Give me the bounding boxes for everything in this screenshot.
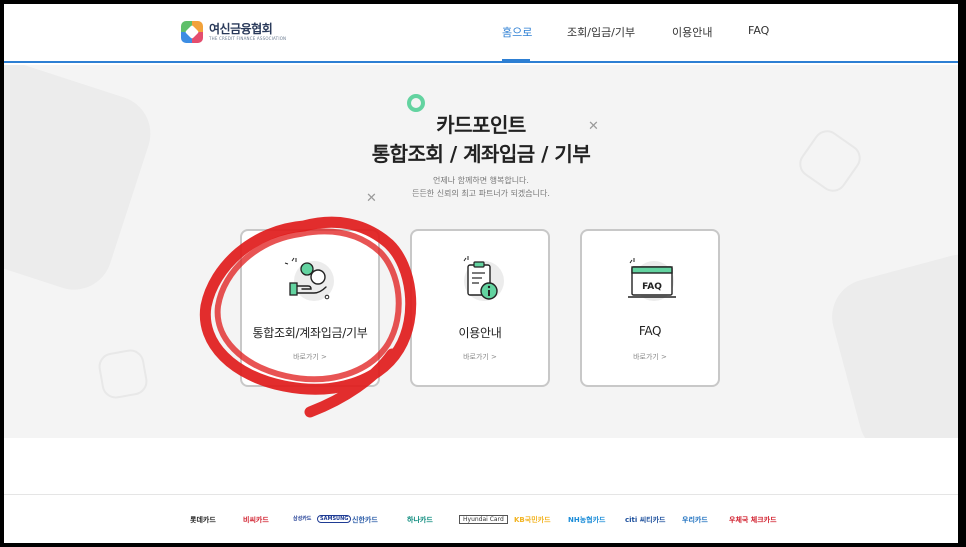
clipboard-info-icon [463,256,504,301]
site-logo[interactable]: 여신금융협회 THE CREDIT FINANCE ASSOCIATION [181,21,286,43]
partner-logo[interactable]: 비씨카드 [243,515,269,525]
logo-icon [181,21,203,43]
logo-name: 여신금융협회 [209,22,273,36]
site-header: 여신금융협회 THE CREDIT FINANCE ASSOCIATION 홈으… [4,4,958,63]
partner-logo[interactable]: 삼성카드 [293,515,311,522]
card-title: 이용안내 [458,326,502,340]
card-title: 통합조회/계좌입금/기부 [252,326,368,340]
logo-subtitle: THE CREDIT FINANCE ASSOCIATION [209,36,287,41]
card-faq[interactable]: FAQ FAQ 바로가기 > [580,229,720,387]
card-shortcut-link[interactable]: 바로가기 > [242,352,378,362]
decor-outline [96,347,150,401]
card-shortcut-link[interactable]: 바로가기 > [582,352,718,362]
hero-subtitle-line1: 언제나 함께하면 행복합니다. [433,176,529,185]
nav-inquiry-deposit-donate[interactable]: 조회/입금/기부 [567,24,635,40]
faq-monitor-icon: FAQ [628,258,676,301]
partner-logo[interactable]: Hyundai Card [459,515,508,524]
partner-logo[interactable]: citi 씨티카드 [625,515,666,525]
browser-viewport: 여신금융협회 THE CREDIT FINANCE ASSOCIATION 홈으… [4,4,958,543]
nav-guide[interactable]: 이용안내 [672,24,712,40]
partner-logo[interactable]: 우체국 체크카드 [729,515,777,525]
card-inquiry-deposit-donate[interactable]: 통합조회/계좌입금/기부 바로가기 > [240,229,380,387]
partner-logo[interactable]: NH농협카드 [568,515,605,525]
card-title: FAQ [638,324,662,338]
partner-footer: 롯데카드 비씨카드 삼성카드 SAMSUNG 신한카드 하나카드 Hyundai… [4,494,958,543]
faq-icon-text: FAQ [642,282,662,292]
decor-shape [823,246,958,438]
hero-title-line2: 통합조회 / 계좌입금 / 기부 [371,142,591,166]
nav-active-indicator [502,59,530,62]
nav-home[interactable]: 홈으로 [502,24,532,40]
partner-logo[interactable]: KB국민카드 [514,515,551,525]
card-guide[interactable]: 이용안내 바로가기 > [410,229,550,387]
partner-logo[interactable]: SAMSUNG [317,515,352,523]
hero-section: ✕ ✕ 카드포인트 통합조회 / 계좌입금 / 기부 언제나 함께하면 행복합니… [4,65,958,438]
hero-subtitle-line2: 든든한 신뢰의 최고 파트너가 되겠습니다. [412,189,550,198]
hand-coin-icon [284,257,334,301]
partner-logo[interactable]: 우리카드 [682,515,708,525]
card-shortcut-link[interactable]: 바로가기 > [412,352,548,362]
hero-title-line1: 카드포인트 [436,113,526,137]
partner-logo[interactable]: 롯데카드 [190,515,216,525]
nav-faq[interactable]: FAQ [748,24,769,37]
partner-logo[interactable]: 하나카드 [407,515,433,525]
partner-logo[interactable]: 신한카드 [352,515,378,525]
